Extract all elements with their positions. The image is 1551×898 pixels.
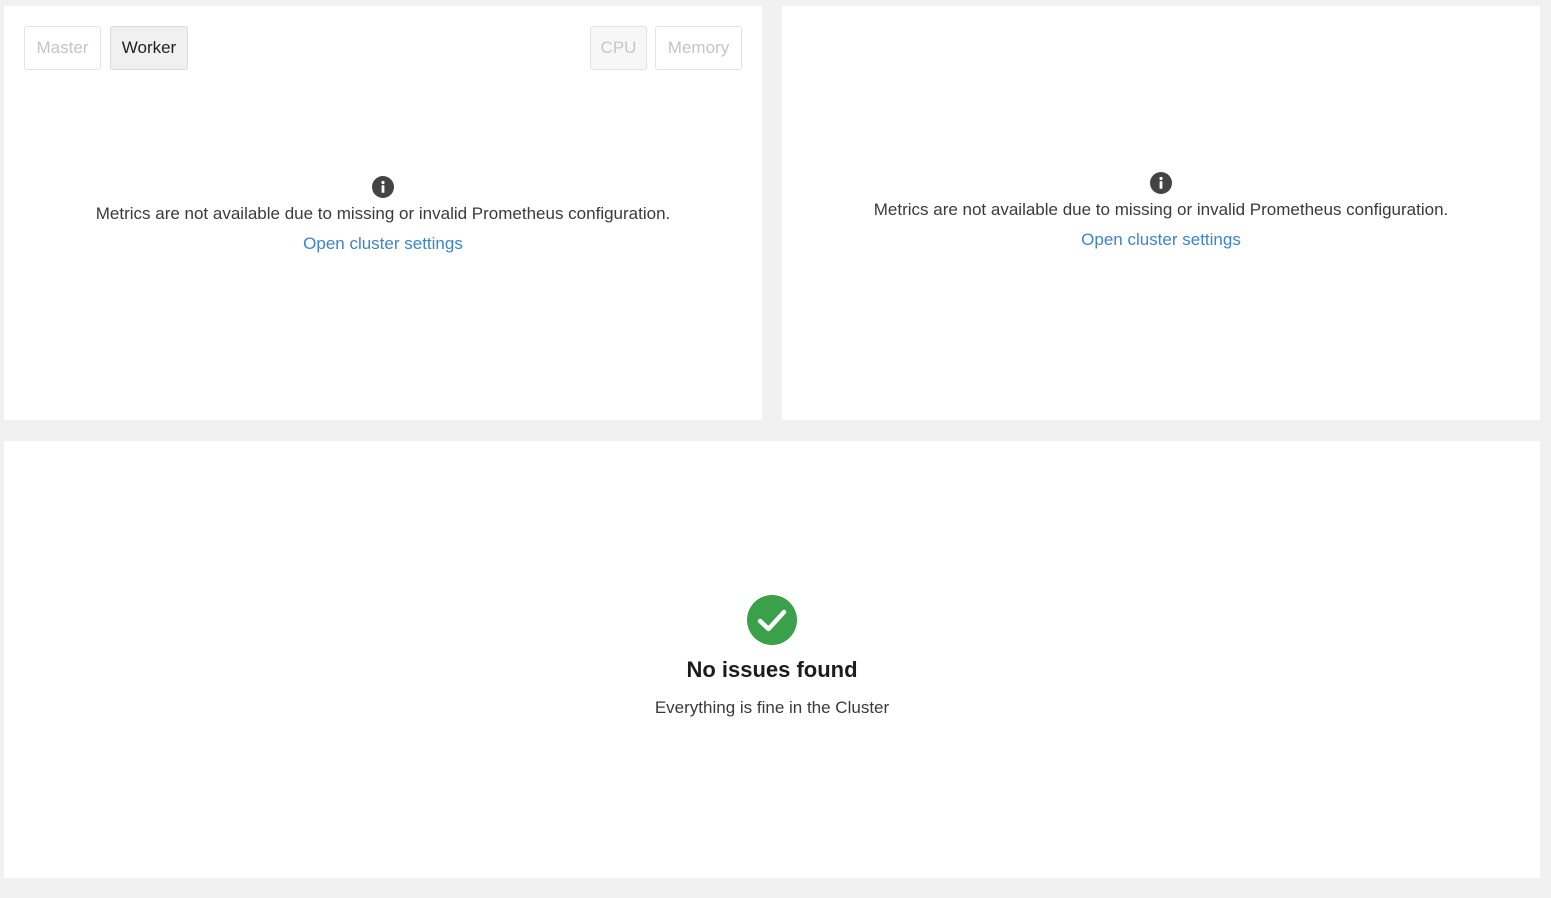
cluster-metrics-panel: Metrics are not available due to missing… (782, 6, 1540, 420)
open-cluster-settings-link[interactable]: Open cluster settings (303, 233, 463, 255)
node-metrics-panel: Master Worker CPU Memory Metrics are not… (4, 6, 762, 420)
info-icon (372, 176, 394, 198)
metrics-unavailable-message: Metrics are not available due to missing… (873, 200, 1449, 219)
metrics-unavailable-notice: Metrics are not available due to missing… (782, 172, 1540, 251)
info-icon (1150, 172, 1172, 194)
cluster-issues-panel: No issues found Everything is fine in th… (4, 441, 1540, 878)
cpu-toggle-button[interactable]: CPU (590, 26, 647, 70)
worker-toggle-button[interactable]: Worker (110, 26, 188, 70)
issues-subtitle: Everything is fine in the Cluster (654, 698, 890, 717)
open-cluster-settings-link[interactable]: Open cluster settings (1081, 229, 1241, 251)
check-circle-icon (747, 595, 797, 645)
metrics-unavailable-message: Metrics are not available due to missing… (95, 204, 671, 223)
metrics-unavailable-notice: Metrics are not available due to missing… (4, 176, 762, 255)
master-toggle-button[interactable]: Master (24, 26, 101, 70)
memory-toggle-button[interactable]: Memory (655, 26, 742, 70)
no-issues-notice: No issues found Everything is fine in th… (4, 595, 1540, 719)
issues-title: No issues found (686, 657, 858, 682)
